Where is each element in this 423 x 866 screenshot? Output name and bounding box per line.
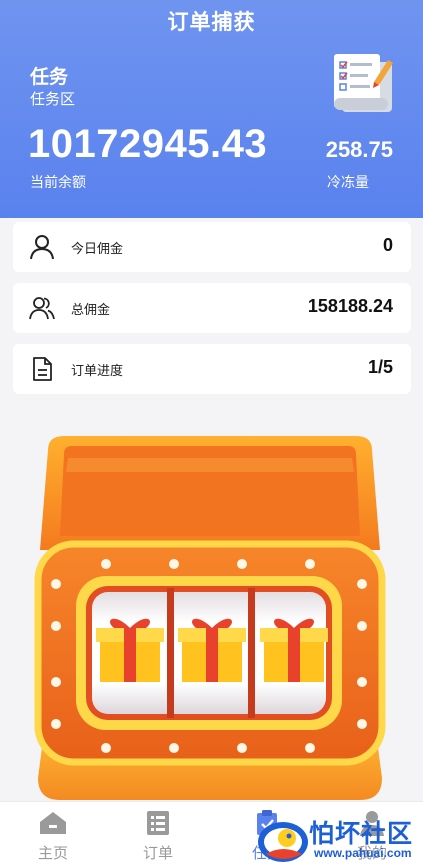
tab-home-label: 主页 (37, 844, 68, 862)
today-commission-label: 今日佣金 (71, 242, 124, 257)
watermark-logo-icon (258, 822, 308, 862)
order-progress-value: 1/5 (367, 357, 393, 377)
total-commission-value: 158188.24 (307, 296, 393, 316)
gift-icon (96, 618, 164, 682)
document-checklist-illustration (334, 54, 393, 112)
watermark-url: www.pahuai.com (314, 846, 412, 860)
gift-icon (260, 618, 328, 682)
today-commission-card: 今日佣金 0 (13, 222, 411, 272)
gift-icon (178, 618, 246, 682)
tab-orders[interactable]: 订单 (118, 802, 198, 866)
slot-machine-button[interactable] (34, 432, 386, 804)
balance-label: 当前余额 (30, 175, 86, 191)
home-icon (40, 812, 66, 834)
user-icon (30, 235, 54, 260)
watermark-title: 怕坏社区 (309, 819, 414, 848)
total-commission-label: 总佣金 (71, 303, 111, 318)
order-progress-label: 订单进度 (71, 364, 124, 379)
task-title: 任务 (30, 66, 69, 88)
watermark: 怕坏社区 www.pahuai.com (254, 808, 423, 866)
document-icon (33, 357, 52, 381)
page-title: 订单捕获 (167, 10, 256, 34)
today-commission-value: 0 (382, 235, 393, 255)
order-progress-card: 订单进度 1/5 (13, 344, 411, 394)
tab-home[interactable]: 主页 (13, 802, 93, 866)
frozen-value: 258.75 (325, 137, 393, 162)
task-subtitle: 任务区 (30, 90, 76, 108)
balance-value: 10172945.43 (28, 122, 268, 166)
users-icon (29, 297, 55, 320)
list-icon (147, 811, 169, 835)
header-banner: 订单捕获 任务 任务区 10172945.43 当前余额 258.75 冷冻量 (0, 0, 423, 218)
tab-orders-label: 订单 (142, 844, 173, 862)
frozen-label: 冷冻量 (327, 175, 369, 191)
total-commission-card: 总佣金 158188.24 (13, 283, 411, 333)
